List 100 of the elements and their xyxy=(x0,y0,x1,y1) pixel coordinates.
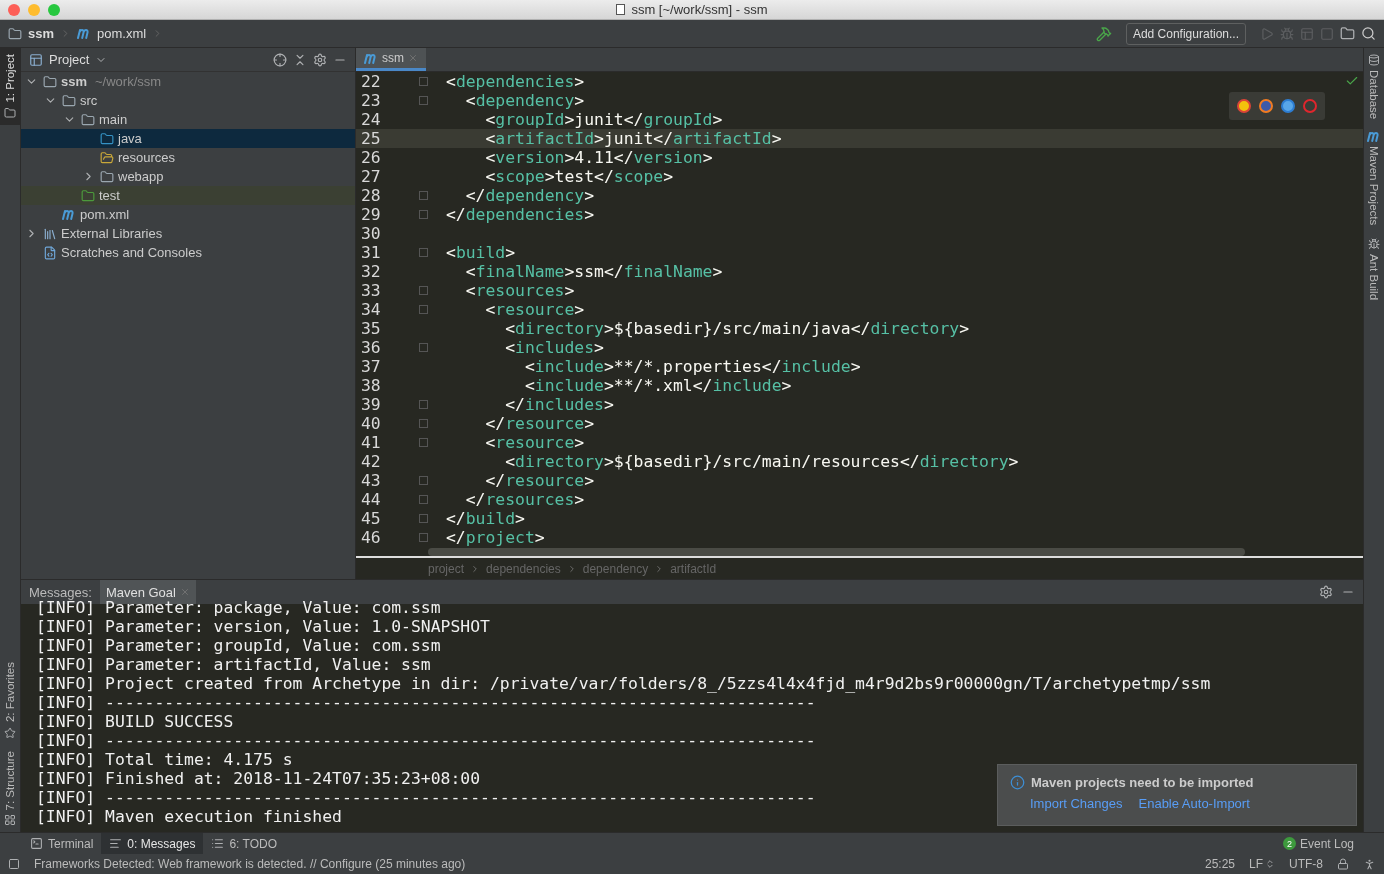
fold-marker-icon[interactable] xyxy=(418,248,428,257)
fold-marker-icon[interactable] xyxy=(418,286,428,295)
code-text: <groupId>junit</groupId> xyxy=(484,110,723,129)
fold-marker-icon[interactable] xyxy=(418,96,428,105)
hammer-icon[interactable] xyxy=(1095,25,1112,42)
notification-link[interactable]: Enable Auto-Import xyxy=(1138,796,1250,811)
encoding[interactable]: UTF-8 xyxy=(1289,857,1323,871)
notification-link[interactable]: Import Changes xyxy=(1030,796,1123,811)
code-text: </build> xyxy=(446,509,525,528)
search-icon[interactable] xyxy=(1361,26,1376,41)
debug-icon[interactable] xyxy=(1280,26,1294,41)
database-icon xyxy=(1368,54,1380,66)
line-number: 23 xyxy=(360,91,382,110)
tool-window-tab[interactable]: Database xyxy=(1363,48,1384,126)
tool-window-tab[interactable]: 1: Project xyxy=(0,48,21,125)
line-number: 30 xyxy=(360,224,382,243)
code-text: </project> xyxy=(446,528,545,547)
nav-crumb[interactable]: pom.xml xyxy=(97,26,147,41)
tool-window-tab[interactable]: Maven Projects xyxy=(1363,125,1384,232)
settings-icon[interactable] xyxy=(313,52,327,67)
opera-icon[interactable] xyxy=(1303,99,1317,113)
code-text: <resource> xyxy=(484,433,585,452)
close-tab-icon[interactable] xyxy=(408,53,418,63)
editor-tab[interactable]: ssm xyxy=(356,48,426,71)
collapse-all-icon[interactable] xyxy=(293,52,307,67)
minimize-button[interactable] xyxy=(28,4,40,16)
messages-label: Messages: xyxy=(29,584,92,600)
project-structure-icon[interactable] xyxy=(1340,26,1355,41)
info-icon xyxy=(1010,775,1025,790)
tree-item[interactable]: test xyxy=(21,186,355,205)
stop-icon[interactable] xyxy=(1320,26,1334,41)
tool-tab[interactable]: 0: Messages xyxy=(101,832,204,855)
fold-marker-icon[interactable] xyxy=(418,533,428,542)
chrome-icon[interactable] xyxy=(1237,99,1251,113)
line-separator[interactable]: LF xyxy=(1249,857,1263,871)
fold-marker-icon[interactable] xyxy=(418,438,428,447)
code-text: <directory>${basedir}/src/main/java</directory> xyxy=(504,319,970,338)
library-icon xyxy=(43,226,57,241)
settings-icon[interactable] xyxy=(1319,585,1333,599)
console-line: [INFO] Parameter: artifactId, Value: ssm xyxy=(36,655,431,674)
line-number: 27 xyxy=(360,167,382,186)
tool-window-tab[interactable]: 2: Favorites xyxy=(0,656,21,745)
tool-tab[interactable]: 6: TODO xyxy=(203,832,285,855)
close-tab-icon[interactable] xyxy=(179,587,190,597)
code-text: <dependencies> xyxy=(446,72,585,91)
tree-item[interactable]: pom.xml xyxy=(21,205,355,224)
tool-tab[interactable]: Terminal xyxy=(22,832,102,855)
fold-marker-icon[interactable] xyxy=(418,191,428,200)
tree-item[interactable]: resources xyxy=(21,148,355,167)
event-log-button[interactable]: 2 Event Log xyxy=(1282,836,1354,851)
project-path: ~/work/ssm xyxy=(95,74,162,89)
code-text: </includes> xyxy=(504,395,614,414)
tree-item[interactable]: Scratches and Consoles xyxy=(21,243,355,262)
fold-marker-icon[interactable] xyxy=(418,495,428,504)
line-number: 45 xyxy=(360,509,382,528)
tool-window-tab[interactable]: Ant Build xyxy=(1363,231,1384,306)
console-line: [INFO] ------------------------------------------------------------------------ xyxy=(36,731,816,750)
panel-toggle-icon[interactable] xyxy=(8,858,20,870)
structure-icon xyxy=(4,814,16,826)
project-view-title[interactable]: Project xyxy=(49,52,90,67)
line-number: 35 xyxy=(360,319,382,338)
fold-marker-icon[interactable] xyxy=(418,77,428,86)
tree-item[interactable]: src xyxy=(21,91,355,110)
check-icon xyxy=(1345,74,1359,88)
add-configuration-button[interactable]: Add Configuration... xyxy=(1125,22,1246,45)
close-button[interactable] xyxy=(8,4,20,16)
code-text: <include>**/*.xml</include> xyxy=(523,376,792,395)
tree-item[interactable]: webapp xyxy=(21,167,355,186)
resources-folder-icon xyxy=(100,150,114,165)
fold-marker-icon[interactable] xyxy=(418,514,428,523)
fold-marker-icon[interactable] xyxy=(418,343,428,352)
console-line: [INFO] ------------------------------------------------------------------------ xyxy=(36,693,816,712)
code-text: <include>**/*.properties</include> xyxy=(523,357,861,376)
code-text: <resources> xyxy=(464,281,575,300)
tool-window-tab[interactable]: 7: Structure xyxy=(0,744,21,832)
code-text: <build> xyxy=(446,243,516,262)
fold-marker-icon[interactable] xyxy=(418,210,428,219)
fold-marker-icon[interactable] xyxy=(418,419,428,428)
line-number: 31 xyxy=(360,243,382,262)
compass-icon[interactable] xyxy=(1281,99,1295,113)
zoom-button[interactable] xyxy=(48,4,60,16)
lock-icon[interactable] xyxy=(1337,858,1349,870)
fold-marker-icon[interactable] xyxy=(418,305,428,314)
locate-icon[interactable] xyxy=(273,52,287,67)
run-icon[interactable] xyxy=(1260,26,1274,41)
tree-item[interactable]: ssm ~/work/ssm xyxy=(21,72,355,91)
fold-marker-icon[interactable] xyxy=(418,400,428,409)
tree-item[interactable]: java xyxy=(21,129,355,148)
firefox-icon[interactable] xyxy=(1259,99,1273,113)
horizontal-scrollbar[interactable] xyxy=(428,548,1245,556)
code-text: <artifactId>junit</artifactId> xyxy=(484,129,782,148)
tree-item[interactable]: External Libraries xyxy=(21,224,355,243)
line-number: 44 xyxy=(360,490,382,509)
tree-item[interactable]: main xyxy=(21,110,355,129)
line-number: 41 xyxy=(360,433,382,452)
fold-marker-icon[interactable] xyxy=(418,476,428,485)
code-text: <resource> xyxy=(484,300,585,319)
test-folder-icon xyxy=(81,188,95,203)
caret-position[interactable]: 25:25 xyxy=(1204,857,1235,871)
nav-crumb[interactable]: ssm xyxy=(28,26,55,41)
